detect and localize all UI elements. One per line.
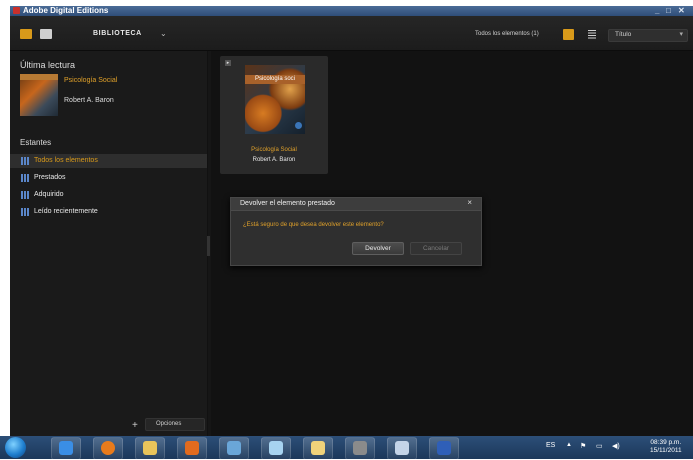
word-icon[interactable] [429, 437, 459, 460]
show-hidden-icons[interactable]: ▲ [566, 442, 572, 448]
media-player-icon[interactable] [177, 437, 207, 460]
cancel-button[interactable]: Cancelar [410, 242, 462, 255]
last-read-thumbnail[interactable] [20, 74, 58, 116]
volume-icon[interactable]: ◀) [612, 442, 620, 450]
book-author: Robert A. Baron [252, 157, 296, 163]
minimize-button[interactable]: _ [655, 6, 659, 15]
close-window-button[interactable]: ✕ [678, 6, 685, 15]
book-card[interactable]: ▸ Psicología soci Psicología Social Robe… [220, 56, 328, 174]
folder-open-icon[interactable] [303, 437, 333, 460]
language-indicator[interactable]: ES [546, 442, 555, 449]
dialog-header: Devolver el elemento prestado × [231, 198, 481, 211]
shelf-recently-read[interactable]: Leído recientemente [10, 205, 207, 219]
book-title[interactable]: Psicología Social [220, 147, 328, 153]
return-item-dialog: Devolver el elemento prestado × ¿Está se… [230, 197, 482, 266]
system-clock[interactable]: 08:39 p.m. 15/11/2011 [650, 439, 682, 455]
shelf-all-items[interactable]: Todos los elementos [10, 154, 207, 168]
shelf-icon [21, 174, 29, 182]
all-items-count: Todos los elementos (1) [475, 31, 539, 37]
clock-date: 15/11/2011 [650, 447, 682, 454]
library-menu[interactable]: BIBLIOTECA [93, 30, 142, 37]
app-window: Adobe Digital Editions _ □ ✕ BIBLIOTECA … [10, 6, 693, 436]
return-button[interactable]: Devolver [352, 242, 404, 255]
grid-view-icon[interactable] [563, 29, 574, 40]
add-shelf-button[interactable]: + [132, 420, 138, 431]
app-logo-icon [13, 7, 20, 14]
action-center-icon[interactable]: ⚑ [580, 442, 586, 450]
shelves-heading: Estantes [20, 138, 52, 147]
sort-chevron-icon: ▾ [679, 31, 683, 38]
book-menu-icon[interactable]: ▸ [225, 60, 231, 66]
shelf-icon [21, 208, 29, 216]
options-button[interactable]: Opciones [145, 418, 205, 431]
reading-view-icon[interactable] [40, 29, 52, 39]
close-icon[interactable]: × [467, 198, 472, 207]
maximize-button[interactable]: □ [666, 6, 671, 15]
cover-badge-icon [295, 122, 302, 129]
book-cover[interactable]: Psicología soci [245, 65, 305, 134]
windows-taskbar: ES ▲ ⚑ ▭ ◀) 08:39 p.m. 15/11/2011 [0, 436, 693, 460]
main-toolbar: BIBLIOTECA ⌄ Todos los elementos (1) Tít… [10, 16, 693, 51]
last-read-author: Robert A. Baron [64, 97, 114, 104]
sidebar: Última lectura Psicología Social Robert … [10, 51, 208, 436]
paint-icon[interactable] [387, 437, 417, 460]
shelf-icon [21, 157, 29, 165]
chevron-down-icon[interactable]: ⌄ [160, 29, 167, 38]
shelf-label: Prestados [34, 174, 66, 181]
app-title: Adobe Digital Editions [23, 6, 109, 15]
title-bar: Adobe Digital Editions _ □ ✕ [10, 6, 693, 16]
shelf-borrowed[interactable]: Prestados [10, 171, 207, 185]
thumbnail-band [20, 74, 58, 80]
options-label: Opciones [156, 421, 182, 427]
shelf-label: Leído recientemente [34, 208, 98, 215]
presentation-icon[interactable] [345, 437, 375, 460]
sort-select[interactable]: Título ▾ [608, 29, 688, 42]
last-read-title[interactable]: Psicología Social [64, 77, 117, 84]
book-cover-title: Psicología soci [245, 75, 305, 84]
sort-select-label: Título [615, 31, 632, 38]
shelf-purchased[interactable]: Adquirido [10, 188, 207, 202]
firefox-icon[interactable] [93, 437, 123, 460]
notepad-icon[interactable] [261, 437, 291, 460]
shelf-label: Todos los elementos [34, 157, 98, 164]
internet-explorer-icon[interactable] [51, 437, 81, 460]
panel-splitter[interactable] [207, 236, 210, 256]
dialog-message: ¿Está seguro de que desea devolver este … [243, 222, 384, 228]
network-tray-icon[interactable]: ▭ [596, 442, 603, 450]
list-view-icon[interactable] [588, 30, 596, 39]
folder-icon[interactable] [135, 437, 165, 460]
clock-time: 08:39 p.m. [650, 439, 682, 446]
library-view-icon[interactable] [20, 29, 32, 39]
shelf-label: Adquirido [34, 191, 64, 198]
start-orb-icon[interactable] [5, 437, 26, 458]
last-read-heading: Última lectura [20, 60, 76, 70]
shelf-icon [21, 191, 29, 199]
network-icon[interactable] [219, 437, 249, 460]
dialog-title: Devolver el elemento prestado [240, 200, 335, 207]
